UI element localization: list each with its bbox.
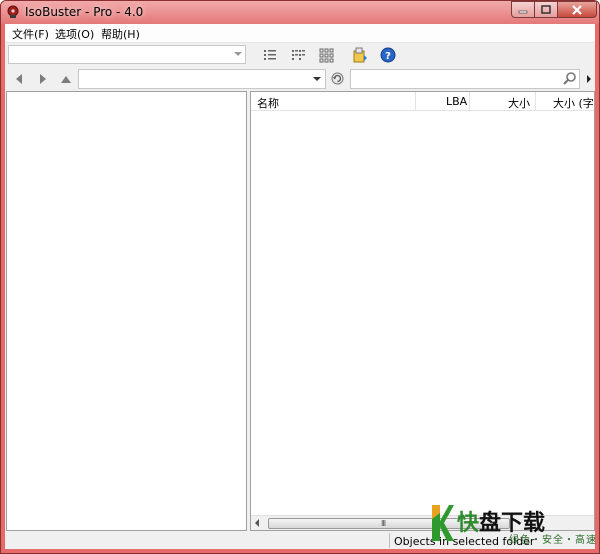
- menu-bar: 文件(F) 选项(O) 帮助(H): [5, 24, 595, 43]
- menu-help[interactable]: 帮助(H): [101, 26, 140, 42]
- svg-text:?: ?: [385, 51, 391, 62]
- list-view-icon[interactable]: [290, 47, 306, 63]
- title-bar[interactable]: IsoBuster - Pro - 4.0: [1, 1, 599, 24]
- scroll-left-icon[interactable]: [255, 519, 259, 527]
- extract-icon[interactable]: [352, 47, 368, 63]
- menu-options[interactable]: 选项(O): [55, 26, 94, 42]
- column-size[interactable]: 大小: [508, 95, 530, 111]
- list-header: 名称 LBA 大小 大小 (字节: [251, 92, 594, 111]
- path-combo[interactable]: [8, 45, 246, 64]
- app-window: IsoBuster - Pro - 4.0 文件(F) 选项(O) 帮助(H): [0, 0, 600, 554]
- k-logo-icon: [432, 505, 454, 541]
- maximize-button[interactable]: [534, 1, 558, 18]
- back-icon[interactable]: [13, 73, 25, 85]
- search-input[interactable]: [350, 69, 580, 89]
- navigation-bar: [5, 68, 595, 90]
- chevron-down-icon: [313, 77, 321, 81]
- watermark-logo: 快盘下载 绿色・安全・高速: [429, 501, 599, 553]
- chevron-right-icon[interactable]: [587, 75, 591, 83]
- address-combo[interactable]: [78, 69, 326, 89]
- refresh-icon[interactable]: [331, 72, 344, 85]
- column-separator[interactable]: [469, 92, 470, 110]
- close-button[interactable]: [557, 1, 597, 18]
- file-list-pane[interactable]: 名称 LBA 大小 大小 (字节 III: [250, 91, 595, 531]
- minimize-button[interactable]: [511, 1, 535, 18]
- up-icon[interactable]: [60, 73, 72, 85]
- minimize-icon: [518, 10, 528, 13]
- maximize-icon: [541, 5, 551, 14]
- search-icon[interactable]: [563, 71, 577, 85]
- isobuster-app-icon: [7, 5, 19, 18]
- column-name[interactable]: 名称: [257, 95, 279, 111]
- folder-tree-pane[interactable]: [6, 91, 247, 531]
- help-icon[interactable]: ?: [380, 47, 396, 63]
- forward-icon[interactable]: [37, 73, 49, 85]
- status-separator: [389, 533, 390, 548]
- window-title: IsoBuster - Pro - 4.0: [25, 5, 144, 19]
- details-view-icon[interactable]: [262, 47, 278, 63]
- column-size-bytes[interactable]: 大小 (字节: [553, 95, 594, 111]
- watermark-brand-first: 快: [457, 511, 480, 536]
- grid-view-icon[interactable]: [318, 47, 334, 63]
- watermark-tagline: 绿色・安全・高速: [509, 535, 597, 546]
- menu-file[interactable]: 文件(F): [12, 26, 49, 42]
- column-separator[interactable]: [535, 92, 536, 110]
- column-separator[interactable]: [415, 92, 416, 110]
- scrollbar-grip: III: [381, 519, 386, 528]
- chevron-down-icon: [234, 52, 242, 56]
- client-area: 文件(F) 选项(O) 帮助(H) ? 名称 LBA 大小 大小 (字 III …: [5, 24, 595, 549]
- close-icon: [572, 4, 582, 15]
- column-lba[interactable]: LBA: [446, 95, 467, 108]
- toolbar: ?: [5, 43, 595, 67]
